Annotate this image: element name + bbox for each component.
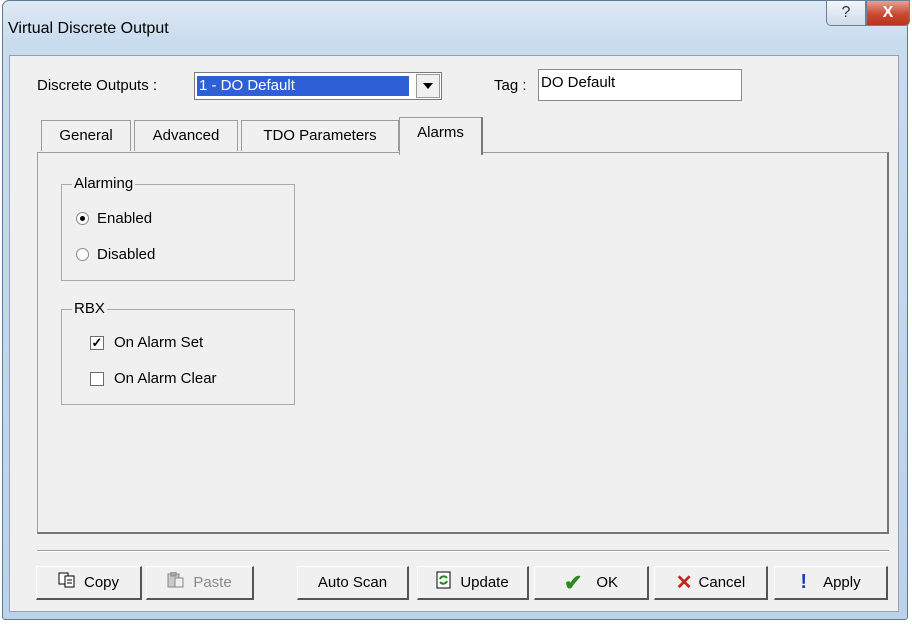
cancel-x-icon: ✕: [675, 572, 693, 594]
auto-scan-label: Auto Scan: [317, 574, 388, 591]
alarming-group-label: Alarming: [72, 175, 136, 192]
alarming-group: Alarming: [61, 175, 295, 281]
alarming-disabled-radio[interactable]: Disabled: [76, 246, 155, 263]
tab-advanced[interactable]: Advanced: [134, 120, 238, 151]
discrete-outputs-value: 1 - DO Default: [197, 76, 409, 96]
update-label: Update: [460, 574, 509, 591]
tab-tdo-parameters[interactable]: TDO Parameters: [241, 120, 399, 151]
update-icon: [436, 571, 452, 594]
update-button[interactable]: Update: [417, 566, 529, 600]
radio-selected-icon: [76, 212, 89, 225]
on-alarm-set-checkbox[interactable]: ✓ On Alarm Set: [90, 334, 203, 351]
help-icon: ?: [841, 4, 851, 21]
paste-label: Paste: [193, 574, 232, 591]
dropdown-arrow-icon[interactable]: [416, 74, 440, 98]
discrete-outputs-select[interactable]: 1 - DO Default: [194, 72, 442, 100]
ok-label: OK: [596, 574, 619, 591]
alarming-enabled-label: Enabled: [97, 210, 153, 227]
checkbox-checked-icon: ✓: [90, 334, 104, 350]
radio-unselected-icon: [76, 248, 89, 261]
cancel-button[interactable]: ✕ Cancel: [654, 566, 768, 600]
tag-label: Tag :: [494, 77, 527, 94]
alarming-disabled-label: Disabled: [97, 246, 156, 263]
copy-label: Copy: [83, 574, 120, 591]
rbx-group-label: RBX: [72, 300, 107, 317]
apply-exclamation-icon: !: [800, 571, 808, 593]
paste-button[interactable]: Paste: [146, 566, 254, 600]
tab-alarms[interactable]: Alarms: [399, 117, 483, 155]
discrete-outputs-label: Discrete Outputs :: [37, 77, 158, 94]
cancel-label: Cancel: [698, 574, 746, 591]
close-button[interactable]: X: [866, 0, 910, 26]
tab-general[interactable]: General: [41, 120, 131, 151]
on-alarm-clear-checkbox[interactable]: On Alarm Clear: [90, 370, 217, 387]
checkbox-unchecked-icon: [90, 371, 104, 386]
copy-button[interactable]: Copy: [36, 566, 142, 600]
rbx-group: RBX: [61, 300, 295, 405]
button-bar-separator: [37, 550, 889, 552]
alarming-enabled-radio[interactable]: Enabled: [76, 210, 152, 227]
auto-scan-button[interactable]: Auto Scan: [297, 566, 409, 600]
ok-check-icon: ✔: [563, 569, 583, 595]
close-icon: X: [882, 4, 894, 21]
tag-input[interactable]: DO Default: [538, 69, 742, 101]
ok-button[interactable]: ✔ OK: [534, 566, 649, 600]
paste-icon: [167, 571, 185, 593]
window-title: Virtual Discrete Output: [8, 20, 169, 37]
help-button[interactable]: ?: [826, 0, 866, 26]
copy-icon: [58, 572, 76, 593]
apply-button[interactable]: ! Apply: [774, 566, 888, 600]
apply-label: Apply: [823, 574, 861, 591]
on-alarm-set-label: On Alarm Set: [114, 334, 204, 351]
on-alarm-clear-label: On Alarm Clear: [114, 370, 217, 387]
